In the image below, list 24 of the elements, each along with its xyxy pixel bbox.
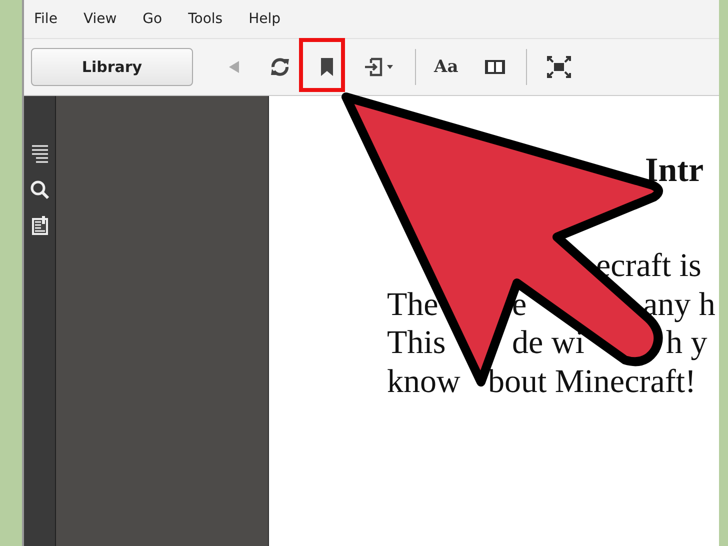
body-text: h y xyxy=(666,324,708,362)
fullscreen-icon[interactable] xyxy=(547,56,572,78)
body-text: The xyxy=(387,286,438,324)
search-icon[interactable] xyxy=(30,180,50,200)
body-text: This xyxy=(387,324,446,362)
notes-icon[interactable] xyxy=(30,216,48,236)
menu-item[interactable]: View xyxy=(81,11,129,27)
font-button[interactable]: Aa xyxy=(426,57,466,77)
go-to-icon[interactable] xyxy=(363,56,395,78)
bookmark-icon[interactable] xyxy=(320,57,334,77)
library-button[interactable]: Library xyxy=(31,48,193,86)
body-text: de wi xyxy=(512,324,584,362)
menu-item[interactable]: Tools xyxy=(186,11,235,27)
contents-icon[interactable] xyxy=(30,144,48,164)
columns-icon[interactable] xyxy=(484,59,506,75)
chapter-heading: Intr xyxy=(645,152,704,190)
menu-item[interactable]: Help xyxy=(246,11,293,27)
body-text: know xyxy=(387,362,460,401)
sync-icon[interactable] xyxy=(269,56,291,78)
body-text: bout Minecraft! xyxy=(488,362,696,401)
body-text: e xyxy=(512,286,527,324)
highlight-frame xyxy=(299,38,345,92)
menu-item[interactable]: Go xyxy=(140,11,174,27)
menu-item[interactable]: File xyxy=(32,11,70,27)
